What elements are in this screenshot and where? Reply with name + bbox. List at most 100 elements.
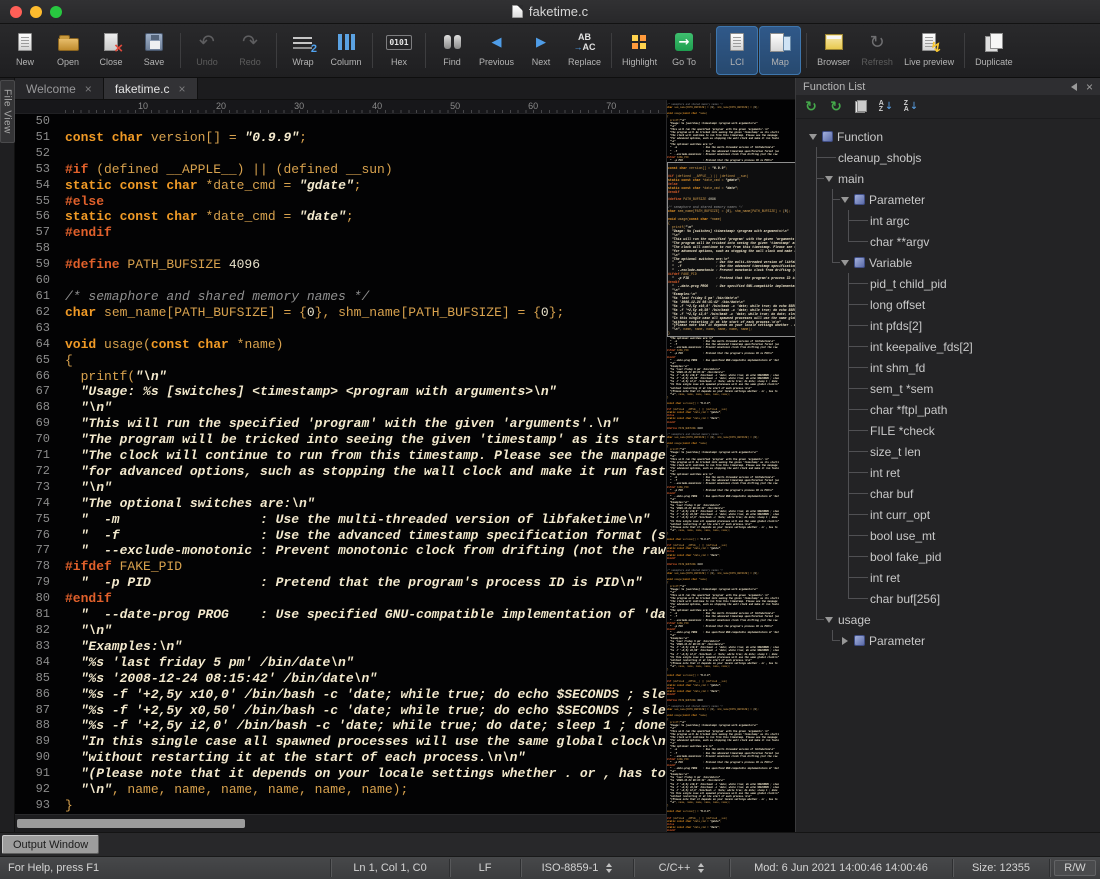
status-readwrite[interactable]: R/W — [1054, 860, 1096, 876]
status-syntax[interactable]: C/C++ — [634, 857, 729, 879]
horizontal-scrollbar[interactable] — [15, 814, 666, 832]
toolbar-map-button[interactable]: Map — [759, 26, 801, 75]
toolbar-refresh-button[interactable]: Refresh — [856, 26, 898, 75]
tree-guide — [808, 378, 824, 399]
tree-item-label: main — [838, 172, 864, 186]
toolbar-wrap-button[interactable]: Wrap — [282, 26, 324, 75]
minimize-window-button[interactable] — [30, 6, 42, 18]
toolbar-next-button[interactable]: Next — [520, 26, 562, 75]
tree-item-label: int pfds[2] — [870, 319, 922, 333]
toolbar-open-button[interactable]: Open — [47, 26, 89, 75]
toolbar-live-preview-button[interactable]: Live preview — [899, 26, 959, 75]
toolbar-replace-button[interactable]: AB→ACReplace — [563, 26, 606, 75]
toolbar-close-button[interactable]: Close — [90, 26, 132, 75]
horizontal-scrollbar-thumb[interactable] — [17, 819, 245, 828]
toolbar-button-label: Browser — [817, 57, 850, 67]
minimap-viewport[interactable]: const char version[] = "0.9.9"; #if (def… — [667, 162, 796, 337]
output-window-button[interactable]: Output Window — [2, 835, 99, 854]
tree-item-size-t-len[interactable]: size_t len — [808, 441, 1100, 462]
tab-close-icon[interactable]: × — [85, 83, 92, 95]
tree-item-cleanup-shobjs[interactable]: cleanup_shobjs — [808, 147, 1100, 168]
tree-item-char-buf-256[interactable]: char buf[256] — [808, 588, 1100, 609]
toolbar-undo-button[interactable]: Undo — [186, 26, 228, 75]
toolbar-previous-button[interactable]: Previous — [474, 26, 519, 75]
tree-item-int-argc[interactable]: int argc — [808, 210, 1100, 231]
toolbar-button-label: Find — [443, 57, 461, 67]
collapse-arrow-icon[interactable] — [841, 260, 849, 266]
tree-item-char-buf[interactable]: char buf — [808, 483, 1100, 504]
tree-item-int-ret[interactable]: int ret — [808, 462, 1100, 483]
code-area[interactable]: const char version[] = "0.9.9"; #if (def… — [59, 114, 666, 814]
tab-close-icon[interactable]: × — [179, 83, 186, 95]
toolbar-go-to-button[interactable]: Go To — [663, 26, 705, 75]
toolbar-hex-button[interactable]: Hex — [378, 26, 420, 75]
tab-faketime-c[interactable]: faketime.c× — [104, 78, 198, 99]
toolbar-duplicate-button[interactable]: Duplicate — [970, 26, 1018, 75]
collapse-arrow-icon[interactable] — [841, 197, 849, 203]
tree-guide — [808, 168, 824, 189]
status-encoding[interactable]: ISO-8859-1 — [521, 857, 633, 879]
sort-descending-button[interactable]: ZA↓ — [900, 97, 922, 117]
tree-item-int-ret[interactable]: int ret — [808, 567, 1100, 588]
tree-item-label: char buf — [870, 487, 913, 501]
tree-item-bool-fake-pid[interactable]: bool fake_pid — [808, 546, 1100, 567]
new-icon — [18, 33, 32, 51]
toolbar-redo-button[interactable]: Redo — [229, 26, 271, 75]
tree-item-sem-t-sem[interactable]: sem_t *sem — [808, 378, 1100, 399]
window-controls — [0, 6, 62, 18]
minimap-below: "The optional switches are:\n" " -m : Us… — [667, 337, 796, 832]
close-panel-icon[interactable]: × — [1086, 81, 1093, 93]
toolbar-separator — [806, 33, 807, 68]
toolbar-save-button[interactable]: Save — [133, 26, 175, 75]
code-line: "without restarting it at the start of e… — [65, 750, 666, 766]
line-number: 79 — [15, 575, 50, 591]
sort-ascending-button[interactable]: AZ↓ — [875, 97, 897, 117]
tree-item-main[interactable]: main — [808, 168, 1100, 189]
tree-item-char-argv[interactable]: char **argv — [808, 231, 1100, 252]
tree-guide — [824, 189, 840, 210]
tree-item-bool-use-mt[interactable]: bool use_mt — [808, 525, 1100, 546]
tree-item-label: int ret — [870, 571, 900, 585]
refresh-list-button[interactable]: ↻ — [800, 97, 822, 117]
dropdown-arrows-icon — [606, 863, 612, 873]
collapse-arrow-icon[interactable] — [825, 176, 833, 182]
tree-item-parameter[interactable]: Parameter — [808, 630, 1100, 651]
copy-list-button[interactable] — [850, 97, 872, 117]
close-window-button[interactable] — [10, 6, 22, 18]
replace-icon: AB→AC — [574, 32, 596, 52]
toolbar-find-button[interactable]: Find — [431, 26, 473, 75]
line-number: 91 — [15, 766, 50, 782]
status-line-endings[interactable]: LF — [450, 857, 520, 879]
collapse-arrow-icon[interactable] — [809, 134, 817, 140]
tree-item-function[interactable]: Function — [808, 126, 1100, 147]
toolbar-lci-button[interactable]: LCI — [716, 26, 758, 75]
toolbar-browser-button[interactable]: Browser — [812, 26, 855, 75]
dock-left-icon[interactable] — [1071, 83, 1077, 91]
tree-item-pid-t-child-pid[interactable]: pid_t child_pid — [808, 273, 1100, 294]
tree-item-int-keepalive-fds-2[interactable]: int keepalive_fds[2] — [808, 336, 1100, 357]
tree-item-int-shm-fd[interactable]: int shm_fd — [808, 357, 1100, 378]
tree-item-usage[interactable]: usage — [808, 609, 1100, 630]
line-number: 74 — [15, 496, 50, 512]
document-icon — [512, 5, 523, 18]
save-icon — [145, 33, 163, 51]
expand-arrow-icon[interactable] — [842, 637, 848, 645]
minimap[interactable]: /* semaphore and shared memory names */c… — [666, 100, 796, 832]
tab-welcome[interactable]: Welcome× — [15, 78, 104, 99]
file-view-tab[interactable]: File View — [0, 80, 15, 143]
tree-guide — [824, 357, 840, 378]
status-caret-position[interactable]: Ln 1, Col 1, C0 — [331, 857, 449, 879]
zoom-window-button[interactable] — [50, 6, 62, 18]
tree-item-file-check[interactable]: FILE *check — [808, 420, 1100, 441]
collapse-arrow-icon[interactable] — [825, 617, 833, 623]
tree-item-long-offset[interactable]: long offset — [808, 294, 1100, 315]
toolbar-new-button[interactable]: New — [4, 26, 46, 75]
toolbar-highlight-button[interactable]: Highlight — [617, 26, 662, 75]
tree-item-int-curr-opt[interactable]: int curr_opt — [808, 504, 1100, 525]
tree-item-variable[interactable]: Variable — [808, 252, 1100, 273]
tree-item-parameter[interactable]: Parameter — [808, 189, 1100, 210]
tree-item-char-ftpl-path[interactable]: char *ftpl_path — [808, 399, 1100, 420]
tree-item-int-pfds-2[interactable]: int pfds[2] — [808, 315, 1100, 336]
toolbar-column-button[interactable]: Column — [325, 26, 367, 75]
sync-selection-button[interactable]: ↻ — [825, 97, 847, 117]
